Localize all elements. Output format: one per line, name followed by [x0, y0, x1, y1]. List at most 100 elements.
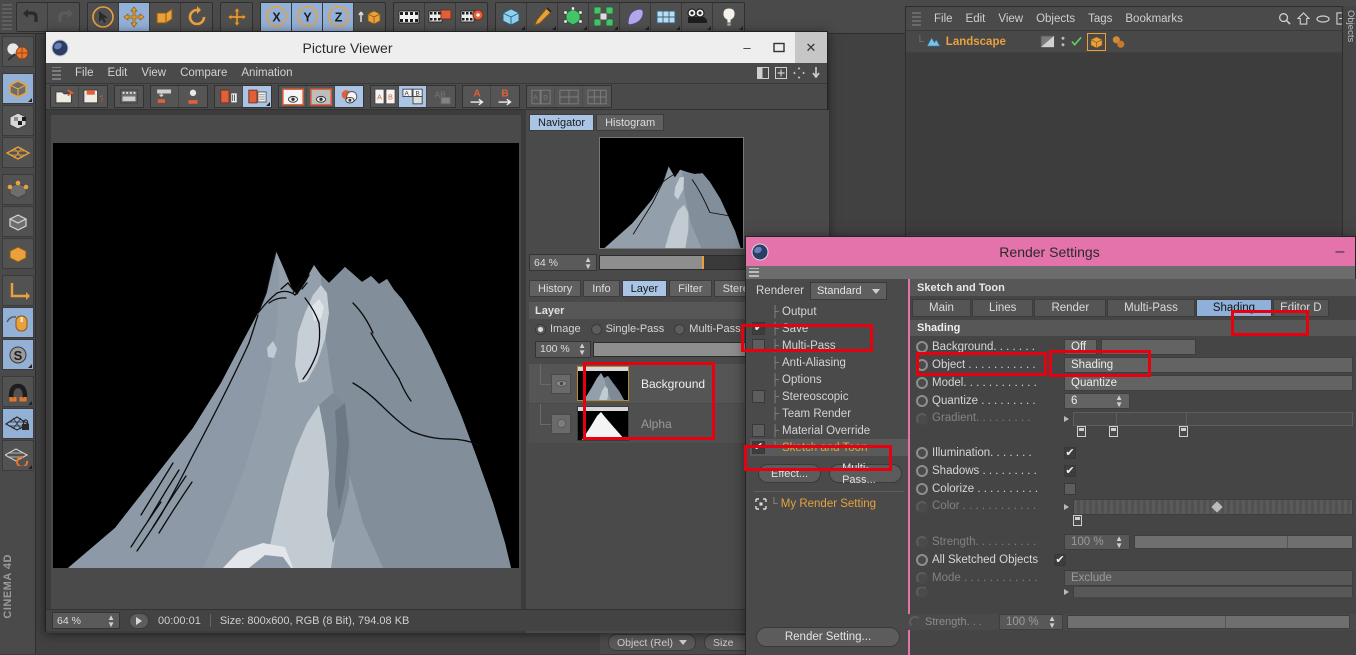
rotate-tool-icon[interactable] — [181, 3, 212, 31]
background-extra-field[interactable] — [1101, 339, 1196, 355]
objects-expand-arrow-icon[interactable] — [1064, 589, 1069, 595]
pv-menu-file[interactable]: File — [75, 67, 94, 79]
render-view-icon[interactable] — [394, 2, 425, 31]
point-mode-icon[interactable] — [1, 174, 34, 205]
attr-strength-value[interactable]: 100 % ▲ ▼ — [999, 614, 1063, 630]
radio-icon-mode[interactable] — [916, 572, 928, 584]
objmgr-menu-file[interactable]: File — [934, 13, 953, 25]
x-axis-icon[interactable]: X — [261, 2, 292, 31]
multipass-button[interactable]: Multi-Pass... — [829, 462, 902, 486]
objmgr-menu-view[interactable]: View — [998, 13, 1023, 25]
tab-navigator[interactable]: Navigator — [529, 114, 595, 131]
load-filter-icon[interactable] — [151, 86, 179, 107]
light-icon[interactable] — [713, 3, 744, 31]
compare-difference-icon[interactable]: AB — [427, 86, 455, 107]
quantize-spinner-icon[interactable]: ▲ ▼ — [1115, 394, 1123, 409]
checkbox-colorize[interactable] — [1064, 483, 1076, 495]
effect-button[interactable]: Effect... — [758, 464, 822, 483]
minimize-button[interactable]: – — [731, 32, 763, 63]
layer-opacity-field[interactable]: 100 % ▲ ▼ — [535, 340, 591, 358]
color-expand-arrow-icon[interactable] — [1064, 504, 1069, 510]
my-render-setting-row[interactable]: └ My Render Setting — [750, 494, 908, 513]
radio-icon-strength[interactable] — [916, 536, 928, 548]
workplane-rotate-icon[interactable] — [1, 440, 34, 471]
object-axis-icon[interactable] — [354, 3, 385, 31]
tree-item-output[interactable]: ├ Output — [750, 303, 908, 320]
mouse-tool-icon[interactable] — [1, 307, 34, 338]
dock-down-icon[interactable] — [811, 67, 821, 79]
value-object[interactable]: Shading — [1064, 357, 1353, 373]
objmgr-menu-objects[interactable]: Objects — [1036, 13, 1075, 25]
radio-icon-illumination[interactable] — [916, 447, 928, 459]
layer-visibility-toggle-alpha[interactable] — [551, 413, 571, 434]
objmgr-menu-bookmarks[interactable]: Bookmarks — [1125, 13, 1183, 25]
tree-checkbox-material-override[interactable] — [752, 424, 765, 437]
pv-menu-compare[interactable]: Compare — [180, 67, 227, 79]
opacity-spinner-icon[interactable]: ▲ ▼ — [578, 342, 586, 357]
status-zoom-spinner-icon[interactable]: ▲ ▼ — [107, 613, 115, 628]
color-ramp-bar[interactable] — [1073, 499, 1353, 515]
tab-render[interactable]: Render — [1034, 299, 1107, 317]
magnet-icon[interactable] — [1, 376, 34, 407]
scale-tool-icon[interactable] — [150, 2, 181, 31]
radio-icon-gradient[interactable] — [916, 413, 928, 425]
spline-pen-icon[interactable] — [527, 2, 558, 31]
render-settings-minimize[interactable]: – — [1325, 243, 1355, 261]
value-mode[interactable]: Exclude — [1064, 570, 1353, 586]
gradient-knob-2[interactable] — [1109, 426, 1118, 437]
layout-grid-icon[interactable] — [555, 86, 583, 107]
object-manager-list[interactable] — [906, 53, 1355, 235]
compare-side-by-side-icon[interactable]: AB — [371, 86, 399, 107]
show-alpha-icon[interactable] — [307, 86, 335, 107]
tab-layer[interactable]: Layer — [621, 280, 668, 297]
objmgr-menu-tags[interactable]: Tags — [1088, 13, 1112, 25]
landscape-object-tag-icon[interactable] — [1086, 32, 1106, 51]
radio-icon-object[interactable] — [916, 359, 928, 371]
tab-filter[interactable]: Filter — [669, 280, 712, 297]
pv-menu-view[interactable]: View — [141, 67, 166, 79]
strength-slider[interactable] — [1134, 535, 1353, 549]
deformer-icon[interactable] — [620, 2, 651, 31]
tree-item-antialiasing[interactable]: ├ Anti-Aliasing — [750, 354, 908, 371]
tree-checkbox-stereoscopic[interactable] — [752, 390, 765, 403]
radio-icon-background[interactable] — [916, 341, 928, 353]
render-setting-button[interactable]: Render Setting... — [756, 627, 900, 647]
gradient-editor[interactable] — [1073, 412, 1353, 437]
pv-menu-edit[interactable]: Edit — [108, 67, 128, 79]
object-row-landscape[interactable]: └ Landscape — [906, 31, 1355, 53]
gradient-knob-1[interactable] — [1077, 426, 1086, 437]
show-rgb-icon[interactable] — [279, 86, 307, 107]
z-axis-icon[interactable]: Z — [323, 2, 354, 31]
split-layout-icon[interactable] — [757, 67, 769, 79]
array-modeling-icon[interactable] — [589, 2, 620, 31]
set-b-icon[interactable]: B — [491, 86, 519, 107]
checkbox-shadows[interactable]: ✔ — [1064, 465, 1076, 477]
polygon-mode-icon[interactable] — [1, 238, 34, 269]
camera-icon[interactable] — [682, 2, 713, 31]
tree-item-stereoscopic[interactable]: ├ Stereoscopic — [750, 388, 908, 405]
tab-multipass[interactable]: Multi-Pass — [1107, 299, 1195, 317]
right-tab-strip[interactable]: Objects — [1342, 6, 1356, 236]
select-tool-icon[interactable] — [88, 2, 119, 31]
radio-icon-quantize[interactable] — [916, 395, 928, 407]
tab-history[interactable]: History — [529, 280, 582, 297]
render-settings-titlebar[interactable]: Render Settings – — [746, 237, 1355, 266]
radio-icon-color[interactable] — [916, 501, 928, 513]
radio-single-pass[interactable] — [590, 323, 602, 335]
maximize-button[interactable] — [763, 32, 795, 63]
pv-menu-animation[interactable]: Animation — [241, 67, 292, 79]
open-image-icon[interactable] — [51, 86, 79, 107]
save-image-icon[interactable]: ? — [79, 86, 107, 107]
layout-quad-icon[interactable] — [583, 86, 611, 107]
tree-item-save[interactable]: ✔ ├ Save — [750, 320, 908, 337]
close-button[interactable]: ✕ — [795, 32, 827, 63]
radio-icon-objects[interactable] — [916, 587, 928, 597]
gradient-bar[interactable] — [1073, 412, 1353, 426]
radio-icon-colorize[interactable] — [916, 483, 928, 495]
navigator-view[interactable] — [529, 135, 822, 250]
redo-icon[interactable] — [48, 3, 79, 31]
render-settings-icon[interactable] — [456, 3, 487, 31]
attr-strength-slider[interactable] — [1067, 615, 1350, 629]
layout-horizontal-icon[interactable]: AD — [527, 86, 555, 107]
toolbar-grip[interactable] — [2, 3, 12, 30]
